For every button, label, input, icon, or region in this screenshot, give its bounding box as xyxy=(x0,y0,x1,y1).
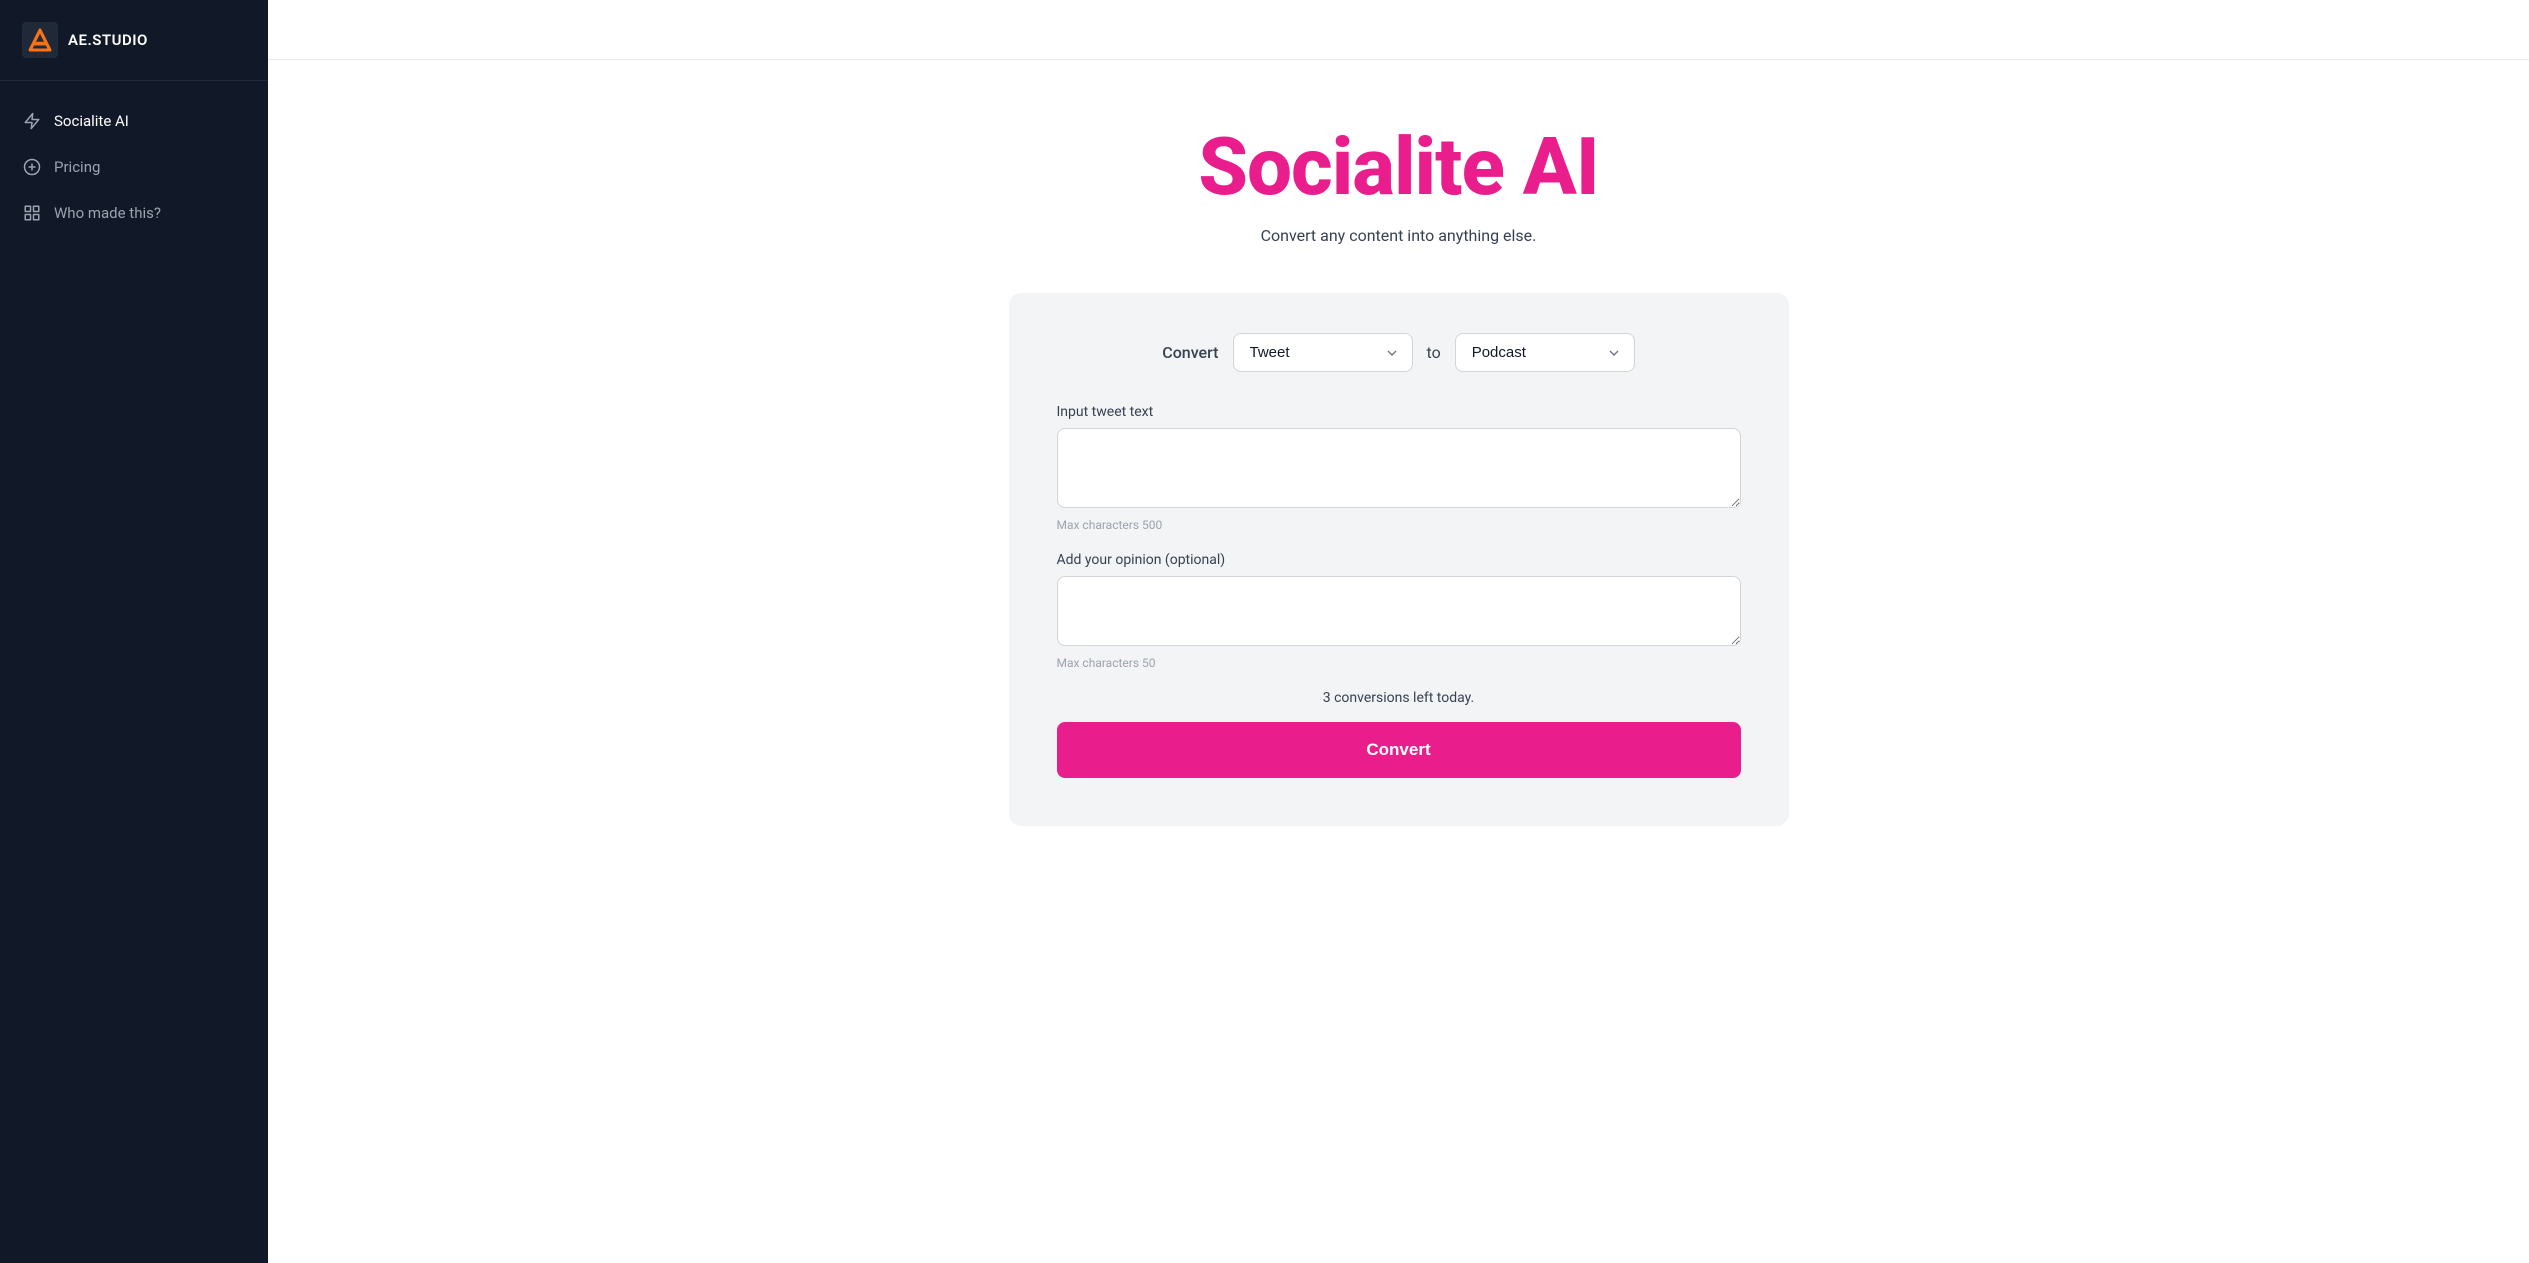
lightning-icon xyxy=(22,111,42,131)
logo-text: AE.STUDIO xyxy=(68,31,148,49)
grid-icon xyxy=(22,203,42,223)
to-label: to xyxy=(1427,343,1441,362)
sidebar-item-label-who-made-this: Who made this? xyxy=(54,204,161,222)
sidebar-navigation: Socialite AI Pricing xyxy=(0,81,268,253)
main-body: Socialite AI Convert any content into an… xyxy=(268,60,2529,1263)
opinion-group: Add your opinion (optional) Max characte… xyxy=(1057,552,1741,670)
main-header xyxy=(268,0,2529,60)
sidebar-item-who-made-this[interactable]: Who made this? xyxy=(0,191,268,235)
conversions-left: 3 conversions left today. xyxy=(1057,690,1741,706)
dollar-circle-icon xyxy=(22,157,42,177)
source-select[interactable]: Tweet Article Blog Post Video Script Ema… xyxy=(1233,333,1413,372)
convert-button[interactable]: Convert xyxy=(1057,722,1741,778)
input-text-label: Input tweet text xyxy=(1057,404,1741,420)
page-subtitle: Convert any content into anything else. xyxy=(1261,226,1537,245)
sidebar-item-label-socialite-ai: Socialite AI xyxy=(54,112,129,130)
ae-studio-logo-icon xyxy=(22,22,58,58)
input-text-group: Input tweet text Max characters 500 xyxy=(1057,404,1741,532)
main-content: Socialite AI Convert any content into an… xyxy=(268,0,2529,1263)
logo-area: AE.STUDIO xyxy=(0,0,268,81)
sidebar-item-pricing[interactable]: Pricing xyxy=(0,145,268,189)
opinion-text-area[interactable] xyxy=(1057,576,1741,646)
sidebar: AE.STUDIO Socialite AI Pricing xyxy=(0,0,268,1263)
sidebar-item-socialite-ai[interactable]: Socialite AI xyxy=(0,99,268,143)
input-char-limit: Max characters 500 xyxy=(1057,518,1741,532)
sidebar-item-label-pricing: Pricing xyxy=(54,158,100,176)
convert-row: Convert Tweet Article Blog Post Video Sc… xyxy=(1057,333,1741,372)
opinion-label: Add your opinion (optional) xyxy=(1057,552,1741,568)
opinion-char-limit: Max characters 50 xyxy=(1057,656,1741,670)
converter-card: Convert Tweet Article Blog Post Video Sc… xyxy=(1009,293,1789,826)
input-text-area[interactable] xyxy=(1057,428,1741,508)
convert-label: Convert xyxy=(1162,343,1218,362)
target-select[interactable]: Podcast Article Blog Post Tweet Email Vi… xyxy=(1455,333,1635,372)
page-title: Socialite AI xyxy=(1198,120,1598,214)
